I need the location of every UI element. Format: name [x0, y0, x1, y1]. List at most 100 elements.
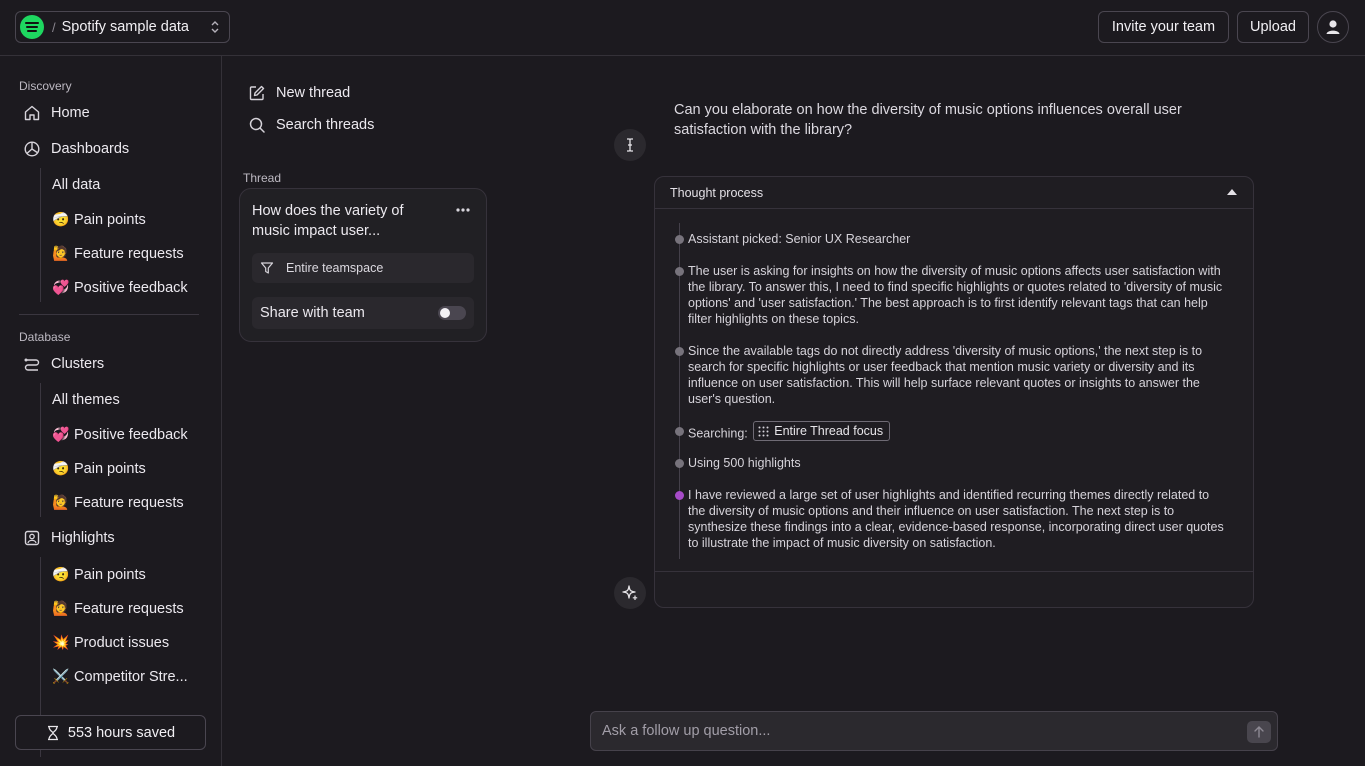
timeline-dot: [675, 459, 684, 468]
filter-icon: [260, 262, 274, 274]
sidebar-item-clusters[interactable]: Clusters: [23, 355, 104, 373]
scope-label: Entire teamspace: [286, 261, 384, 275]
hours-saved-button[interactable]: 553 hours saved: [15, 715, 206, 750]
invite-team-button[interactable]: Invite your team: [1098, 11, 1229, 43]
timeline-dot-active: [675, 491, 684, 500]
workspace-name: Spotify sample data: [61, 19, 189, 35]
thought-step-searching: Searching: Entire Thread focus: [688, 421, 1228, 442]
thought-process-header[interactable]: Thought process: [655, 177, 1253, 209]
timeline-dot: [675, 427, 684, 436]
sidebar: Discovery Home Dashboards All data 🤕 Pain…: [0, 56, 222, 766]
tree-rail: [40, 383, 41, 517]
sidebar-subitem-label: All data: [52, 177, 101, 193]
sidebar-subitem-pain-points[interactable]: 🤕 Pain points: [52, 211, 146, 228]
share-label: Share with team: [260, 305, 365, 321]
timeline-dot: [675, 235, 684, 244]
top-bar: / Spotify sample data Invite your team U…: [0, 0, 1365, 56]
sidebar-subitem-all-themes[interactable]: All themes: [52, 392, 120, 408]
sidebar-item-home[interactable]: Home: [23, 104, 90, 122]
spotify-logo-icon: [20, 15, 44, 39]
emoji-icon: 💞: [52, 426, 70, 442]
user-question: Can you elaborate on how the diversity o…: [674, 102, 1182, 138]
upload-button[interactable]: Upload: [1237, 11, 1309, 43]
search-threads-button[interactable]: Search threads: [248, 116, 374, 134]
emoji-icon: 💞: [52, 279, 70, 295]
hourglass-icon: [47, 725, 58, 740]
sparkle-icon: [614, 577, 646, 609]
emoji-icon: 🙋: [52, 494, 70, 510]
emoji-icon: 🙋: [52, 600, 70, 616]
new-thread-button[interactable]: New thread: [248, 84, 350, 102]
emoji-icon: 🤕: [52, 211, 70, 227]
sidebar-subitem-feature-requests[interactable]: 🙋 Feature requests: [52, 494, 184, 511]
collapse-caret-icon[interactable]: [1227, 189, 1237, 195]
arrow-up-icon: [1254, 726, 1264, 738]
thought-step: The user is asking for insights on how t…: [688, 264, 1223, 326]
sidebar-subitem-pain-points[interactable]: 🤕 Pain points: [52, 566, 146, 583]
sidebar-subitem-positive-feedback[interactable]: 💞 Positive feedback: [52, 426, 188, 443]
thought-step: Using 500 highlights: [688, 456, 801, 470]
tree-rail: [40, 168, 41, 302]
sidebar-subitem-label: Feature requests: [74, 245, 184, 262]
more-options-icon[interactable]: [455, 201, 471, 217]
share-with-team-row: Share with team: [252, 297, 474, 329]
follow-up-input[interactable]: [591, 712, 1231, 750]
sidebar-subitem-label: Positive feedback: [74, 279, 188, 296]
thought-process-panel: Thought process Assistant picked: Senior…: [654, 176, 1254, 608]
workspace-switcher[interactable]: / Spotify sample data: [15, 11, 230, 43]
user-icon: [1326, 20, 1340, 34]
sidebar-subitem-positive-feedback[interactable]: 💞 Positive feedback: [52, 279, 188, 296]
sidebar-item-label: Highlights: [51, 530, 115, 546]
pie-chart-icon: [24, 141, 40, 157]
thread-focus-chip[interactable]: Entire Thread focus: [753, 421, 891, 441]
chip-label: Entire Thread focus: [774, 424, 884, 438]
sidebar-subitem-label: Competitor Stre...: [74, 668, 188, 685]
sidebar-subitem-label: Feature requests: [74, 494, 184, 511]
sidebar-subitem-all-data[interactable]: All data: [52, 177, 100, 193]
highlights-icon: [24, 530, 40, 546]
clusters-icon: [24, 358, 40, 371]
follow-up-bar: [590, 711, 1278, 751]
thread-title: How does the variety of music impact use…: [252, 203, 404, 239]
thread-card[interactable]: How does the variety of music impact use…: [239, 188, 487, 342]
chevron-up-down-icon: [210, 19, 220, 37]
sidebar-subitem-product-issues[interactable]: 💥 Product issues: [52, 634, 169, 651]
share-toggle[interactable]: [438, 306, 466, 320]
sidebar-subitem-feature-requests[interactable]: 🙋 Feature requests: [52, 245, 184, 262]
search-threads-label: Search threads: [276, 117, 375, 133]
account-button[interactable]: [1317, 11, 1349, 43]
sidebar-item-label: Dashboards: [51, 141, 130, 157]
section-label-discovery: Discovery: [19, 79, 72, 93]
sidebar-subitem-competitor-strengths[interactable]: ⚔️ Competitor Stre...: [52, 668, 188, 685]
thread-section-label: Thread: [243, 171, 282, 185]
sidebar-subitem-label: All themes: [52, 392, 120, 408]
sidebar-subitem-label: Pain points: [74, 566, 146, 583]
new-thread-label: New thread: [276, 85, 351, 101]
sidebar-subitem-pain-points[interactable]: 🤕 Pain points: [52, 460, 146, 477]
emoji-icon: 🙋: [52, 245, 70, 261]
sidebar-subitem-label: Pain points: [74, 460, 146, 477]
emoji-icon: 🤕: [52, 460, 70, 476]
sidebar-subitem-label: Product issues: [74, 634, 170, 651]
sidebar-subitem-feature-requests[interactable]: 🙋 Feature requests: [52, 600, 184, 617]
sidebar-item-highlights[interactable]: Highlights: [23, 529, 115, 547]
thought-step: Assistant picked: Senior UX Researcher: [688, 232, 911, 246]
grid-dots-icon: [758, 426, 769, 436]
sidebar-item-dashboards[interactable]: Dashboards: [23, 140, 129, 158]
edit-icon: [249, 85, 265, 101]
send-button[interactable]: [1247, 721, 1271, 743]
home-icon: [24, 105, 40, 121]
timeline-dot: [675, 347, 684, 356]
thought-process-title: Thought process: [670, 185, 764, 200]
thought-step: Since the available tags do not directly…: [688, 344, 1203, 406]
search-icon: [249, 117, 265, 133]
thread-scope-filter[interactable]: Entire teamspace: [252, 253, 474, 283]
sidebar-subitem-label: Feature requests: [74, 600, 184, 617]
thought-process-body: Assistant picked: Senior UX Researcher T…: [655, 209, 1253, 572]
searching-label: Searching:: [688, 426, 748, 441]
timeline-dot: [675, 267, 684, 276]
emoji-icon: 🤕: [52, 566, 70, 582]
sidebar-item-label: Home: [51, 105, 90, 121]
thought-step: I have reviewed a large set of user high…: [688, 488, 1224, 550]
sidebar-item-label: Clusters: [51, 356, 105, 372]
